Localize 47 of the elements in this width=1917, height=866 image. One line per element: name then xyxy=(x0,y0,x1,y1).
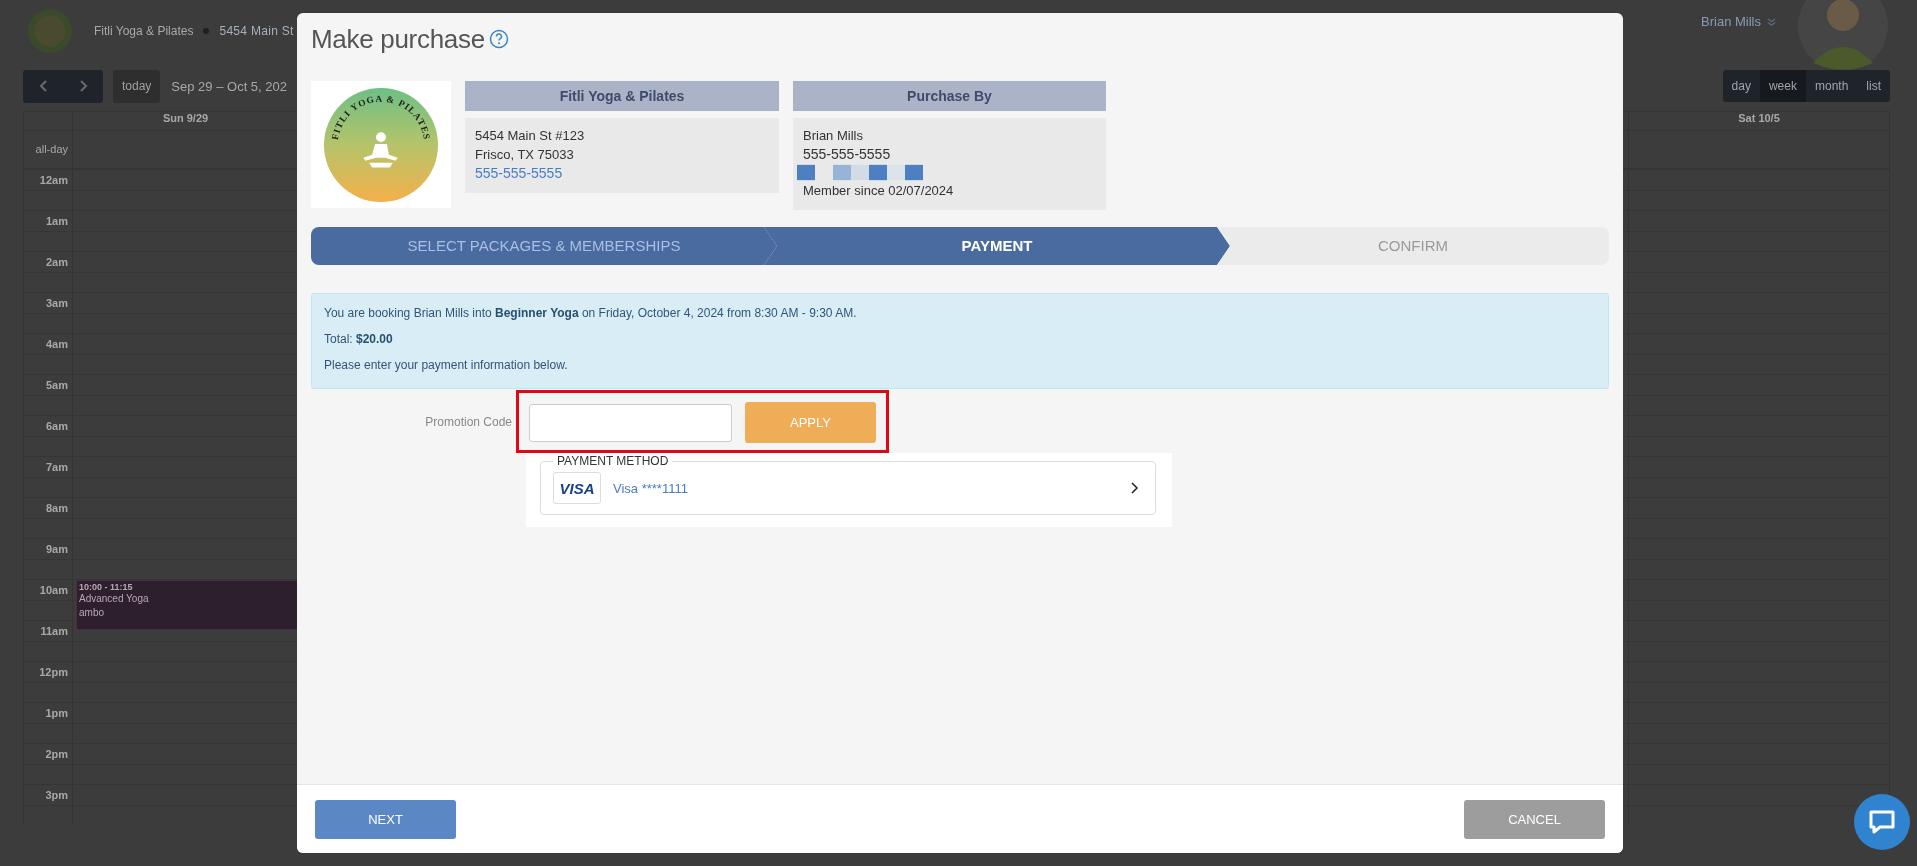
promotion-code-label: Promotion Code xyxy=(424,414,513,429)
total-text: Total: $20.00 xyxy=(324,331,394,348)
purchaser-name: Brian Mills xyxy=(803,127,864,145)
address-line: Frisco, TX 75033 xyxy=(475,146,575,164)
event-title: Advanced Yoga xyxy=(79,592,150,606)
cancel-button[interactable]: CANCEL xyxy=(1464,799,1605,839)
view-tab[interactable]: day xyxy=(1722,70,1760,102)
user-menu[interactable]: Brian Mills xyxy=(1701,14,1776,29)
event-detail: ambo xyxy=(79,606,105,620)
member-since: Member since 02/07/2024 xyxy=(803,182,955,200)
address-line: 5454 Main St #123 xyxy=(475,127,586,145)
chevron-left-icon xyxy=(38,80,48,92)
phone-link[interactable]: 555-555-5555 xyxy=(475,164,769,183)
chat-button[interactable] xyxy=(1854,794,1910,850)
wizard-step[interactable]: PAYMENT xyxy=(764,227,1230,265)
separator-dot xyxy=(203,28,210,34)
chevron-right-icon xyxy=(78,80,88,92)
studio-name: Fitli Yoga & Pilates xyxy=(94,24,194,38)
view-tab[interactable]: week xyxy=(1759,70,1806,102)
help-icon[interactable] xyxy=(488,29,509,49)
double-caret-icon xyxy=(1767,17,1776,26)
event-time: 10:00 - 11:15 xyxy=(79,582,134,592)
booking-sentence: You are booking Brian Mills into Beginner Yoga on Friday, October 4, 2024 from 8:30 AM - 9:30 AM. xyxy=(324,305,858,322)
card-header: Purchase By xyxy=(793,81,1106,111)
payment-card-row[interactable]: VISA Visa ****1111 xyxy=(553,472,1143,504)
all-day-label: all-day xyxy=(24,131,73,168)
card-label: Visa ****1111 xyxy=(613,480,688,496)
card-header: Fitli Yoga & Pilates xyxy=(465,81,779,111)
instructions-text: Please enter your payment information below. xyxy=(324,357,569,374)
time-label: 3pm xyxy=(24,785,73,825)
studio-address: 5454 Main St xyxy=(219,24,294,38)
day-header: Sat 10/5 xyxy=(1737,112,1781,126)
speech-bubble-icon xyxy=(1868,809,1896,835)
promotion-code-field[interactable] xyxy=(529,403,732,442)
view-tab[interactable]: list xyxy=(1857,70,1890,102)
payment-method-legend: PAYMENT METHOD xyxy=(553,454,673,468)
purchaser-phone: 555-555-5555 xyxy=(803,145,892,164)
card-brand-logo: VISA xyxy=(553,472,601,504)
user-avatar[interactable] xyxy=(1798,0,1888,71)
wizard-step[interactable]: SELECT PACKAGES & MEMBERSHIPS xyxy=(311,227,777,265)
chevron-right-icon xyxy=(1131,482,1139,494)
today-button[interactable]: today xyxy=(113,69,161,103)
view-tab[interactable]: month xyxy=(1805,70,1858,102)
dialog-title: Make purchase xyxy=(311,23,485,55)
date-range: Sep 29 – Oct 5, 202 xyxy=(171,78,287,94)
calendar-event[interactable]: 10:00 - 11:15 Advanced Yoga ambo xyxy=(76,580,298,630)
next-button[interactable]: NEXT xyxy=(315,799,456,839)
